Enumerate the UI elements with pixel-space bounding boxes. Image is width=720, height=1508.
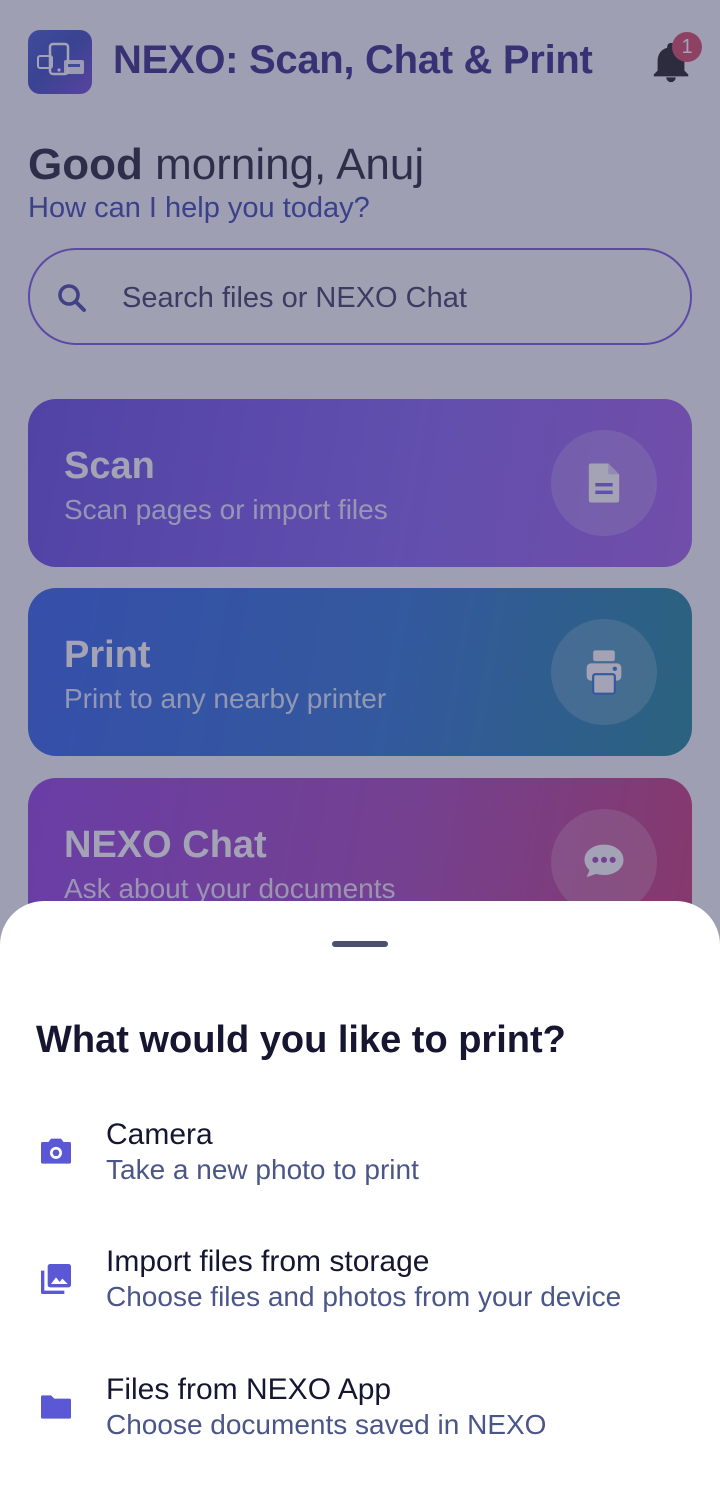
image-gallery-icon (41, 1264, 71, 1294)
option-import-title: Import files from storage (106, 1245, 430, 1278)
print-options-sheet: What would you like to print? Camera Tak… (0, 901, 720, 1508)
option-nexo-files-title: Files from NEXO App (106, 1373, 392, 1406)
option-import-storage[interactable]: Import files from storage Choose files a… (0, 1243, 720, 1343)
camera-icon (41, 1138, 71, 1164)
sheet-title: What would you like to print? (36, 1019, 566, 1061)
option-import-subtitle: Choose files and photos from your device (106, 1281, 622, 1312)
option-camera-title: Camera (106, 1118, 213, 1151)
option-camera[interactable]: Camera Take a new photo to print (0, 1116, 720, 1216)
option-nexo-files-subtitle: Choose documents saved in NEXO (106, 1409, 547, 1440)
sheet-drag-handle[interactable] (332, 941, 388, 947)
home-screen: NEXO: Scan, Chat & Print 1 Good morning,… (0, 0, 720, 1508)
option-camera-subtitle: Take a new photo to print (106, 1154, 419, 1185)
option-nexo-files[interactable]: Files from NEXO App Choose documents sav… (0, 1371, 720, 1471)
folder-icon (41, 1395, 71, 1419)
